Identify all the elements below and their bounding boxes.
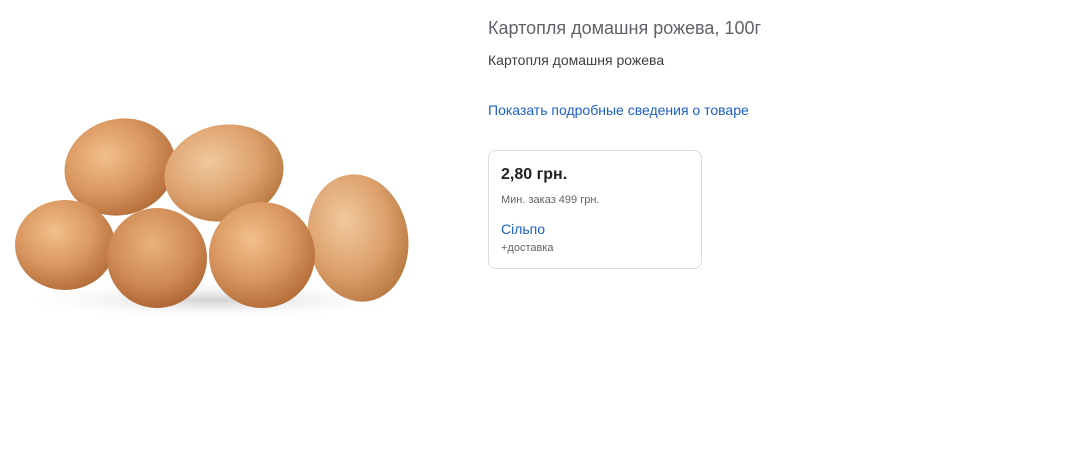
offer-price: 2,80 грн. [501, 166, 568, 183]
seller-link[interactable]: Сільпо [501, 220, 689, 238]
offer-card[interactable]: 2,80 грн. Мин. заказ 499 грн. Сільпо +до… [488, 150, 702, 269]
delivery-text: +доставка [501, 242, 554, 254]
show-details-link[interactable]: Показать подробные сведения о товаре [488, 100, 749, 120]
product-details: Картопля домашня рожева, 100г Картопля д… [488, 16, 1048, 269]
product-image [12, 110, 412, 325]
product-subtitle: Картопля домашня рожева [488, 52, 665, 68]
min-order-text: Мин. заказ 499 грн. [501, 194, 600, 206]
product-title: Картопля домашня рожева, 100г [488, 18, 762, 38]
potatoes-illustration [15, 118, 409, 308]
